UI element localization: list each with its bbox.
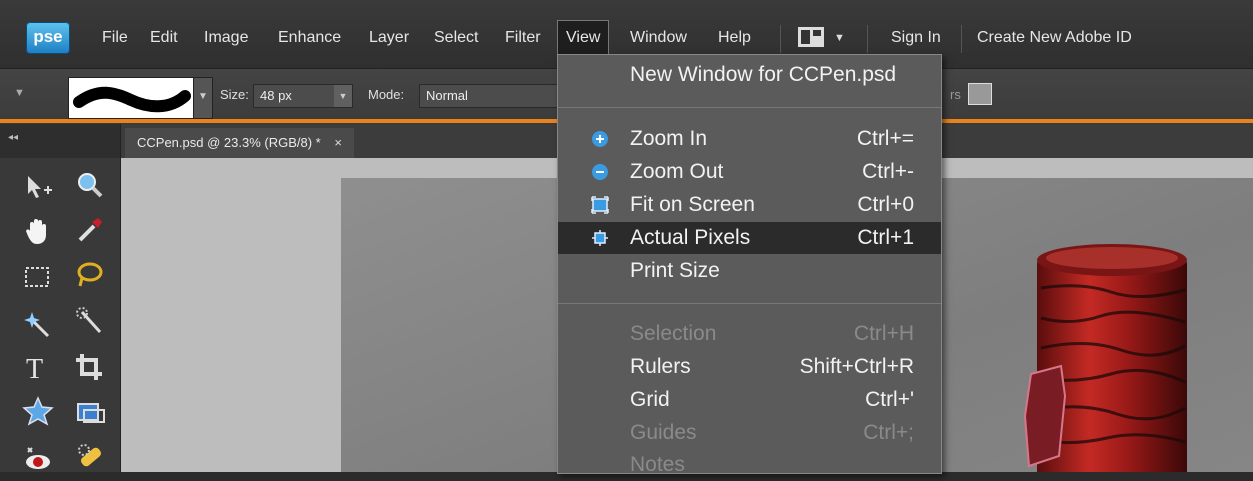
brush-picker-dropdown[interactable]: ▼	[193, 77, 213, 119]
menu-view[interactable]: View	[557, 20, 610, 55]
menu-help[interactable]: Help	[710, 21, 759, 55]
menu-item-shortcut: Ctrl+H	[853, 322, 914, 345]
mode-label: Mode:	[368, 87, 405, 102]
menu-item-zoom-out[interactable]: Zoom Out Ctrl+-	[558, 156, 941, 188]
menu-select[interactable]: Select	[426, 21, 486, 55]
menu-item-label: New Window for CCPen.psd	[630, 63, 897, 86]
magic-wand-tool-icon[interactable]	[22, 308, 58, 340]
menu-image[interactable]: Image	[196, 21, 256, 55]
type-tool-icon[interactable]: T	[22, 352, 58, 385]
toolbox-panel: ◂◂ T	[0, 124, 121, 472]
menu-item-shortcut: Ctrl+0	[857, 193, 914, 216]
menu-item-actual-pixels[interactable]: Actual Pixels Ctrl+1	[558, 222, 941, 254]
menu-item-shortcut: Ctrl+-	[862, 160, 914, 183]
menu-item-shortcut: Ctrl+1	[857, 226, 914, 249]
options-partial-label: rs	[950, 87, 961, 102]
menu-edit[interactable]: Edit	[142, 21, 186, 55]
document-tab-title: CCPen.psd @ 23.3% (RGB/8) *	[137, 135, 321, 150]
zoom-in-icon	[592, 131, 608, 147]
move-tool-icon[interactable]	[22, 172, 58, 204]
workspace-layout-icon	[798, 27, 824, 47]
zoom-tool-icon[interactable]	[74, 170, 110, 202]
menu-item-label: Zoom Out	[630, 160, 724, 183]
marquee-tool-icon[interactable]	[22, 262, 58, 294]
menu-item-selection: Selection Ctrl+H	[558, 318, 941, 350]
menu-layer[interactable]: Layer	[361, 21, 417, 55]
shape-tool-icon[interactable]	[22, 396, 58, 428]
hand-tool-icon[interactable]	[22, 216, 58, 248]
menu-file[interactable]: File	[94, 21, 136, 55]
chevron-down-icon: ▼	[834, 32, 845, 44]
menu-item-shortcut: Shift+Ctrl+R	[799, 355, 914, 378]
menu-enhance[interactable]: Enhance	[270, 21, 349, 55]
menu-item-shortcut: Ctrl+;	[863, 421, 914, 444]
menu-item-shortcut: Ctrl+'	[865, 388, 914, 411]
create-adobe-id-link[interactable]: Create New Adobe ID	[969, 21, 1140, 55]
menu-filter[interactable]: Filter	[497, 21, 549, 55]
size-value: 48 px	[260, 88, 292, 103]
menu-divider	[558, 303, 941, 304]
lasso-tool-icon[interactable]	[74, 260, 110, 292]
menu-item-guides: Guides Ctrl+;	[558, 417, 941, 449]
app-logo: pse	[26, 22, 70, 54]
svg-text:T: T	[26, 354, 43, 382]
menu-item-shortcut: Ctrl+=	[856, 127, 914, 150]
menu-divider	[558, 107, 941, 108]
menu-separator	[867, 25, 868, 53]
menu-item-new-window[interactable]: New Window for CCPen.psd	[558, 59, 941, 91]
sign-in-link[interactable]: Sign In	[883, 21, 949, 55]
size-label: Size:	[220, 87, 249, 102]
size-field[interactable]: 48 px ▼	[253, 84, 353, 108]
mode-value: Normal	[426, 88, 468, 103]
menu-item-label: Guides	[630, 421, 697, 444]
menu-item-label: Print Size	[630, 259, 720, 282]
quick-selection-tool-icon[interactable]	[74, 306, 110, 338]
menu-item-label: Zoom In	[630, 127, 708, 150]
cookie-cutter-tool-icon[interactable]	[74, 398, 110, 430]
menu-item-label: Rulers	[630, 355, 691, 378]
red-eye-tool-icon[interactable]	[22, 442, 58, 474]
menu-item-label: Actual Pixels	[630, 226, 751, 249]
menu-item-fit-on-screen[interactable]: Fit on Screen Ctrl+0	[558, 189, 941, 221]
toolbox-header: ◂◂	[0, 124, 120, 158]
mode-select[interactable]: Normal	[419, 84, 559, 108]
zoom-out-icon	[592, 164, 608, 180]
menu-item-label: Selection	[630, 322, 717, 345]
brush-preview[interactable]	[68, 77, 194, 119]
menu-item-print-size[interactable]: Print Size	[558, 255, 941, 287]
menu-separator	[961, 25, 962, 53]
fit-on-screen-icon	[591, 196, 609, 214]
chevron-down-icon[interactable]: ▼	[334, 85, 352, 107]
menu-item-label: Notes	[630, 453, 685, 476]
menu-item-label: Grid	[630, 388, 670, 411]
view-menu-dropdown: New Window for CCPen.psd Zoom In Ctrl+= …	[557, 54, 942, 476]
menu-item-rulers[interactable]: Rulers Shift+Ctrl+R	[558, 351, 941, 383]
menu-separator	[780, 25, 781, 53]
menu-item-grid[interactable]: Grid Ctrl+'	[558, 384, 941, 416]
close-icon[interactable]: ×	[334, 135, 342, 150]
menu-item-notes: Notes	[558, 449, 941, 481]
actual-pixels-icon	[592, 230, 608, 246]
collapse-icon[interactable]: ◂◂	[8, 132, 18, 143]
spot-healing-tool-icon[interactable]	[74, 442, 110, 474]
menu-item-zoom-in[interactable]: Zoom In Ctrl+=	[558, 123, 941, 155]
layers-icon[interactable]	[968, 83, 992, 105]
tool-preset-dropdown-icon[interactable]: ▼	[14, 87, 25, 99]
eyedropper-tool-icon[interactable]	[74, 214, 110, 246]
document-tab[interactable]: CCPen.psd @ 23.3% (RGB/8) * ×	[125, 128, 354, 158]
workspace-layout-button[interactable]: ▼	[798, 27, 848, 49]
crop-tool-icon[interactable]	[74, 352, 110, 384]
menu-item-label: Fit on Screen	[630, 193, 755, 216]
menu-window[interactable]: Window	[622, 21, 695, 55]
